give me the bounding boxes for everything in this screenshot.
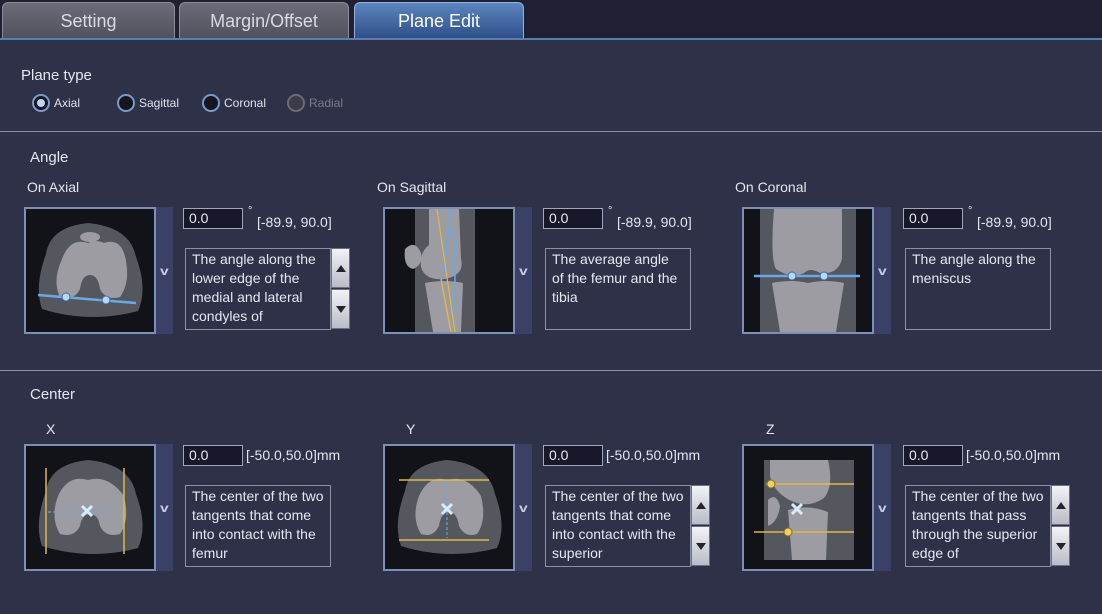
center-z-desc-scroll-down[interactable] (1051, 526, 1070, 566)
angle-coronal-title: On Coronal (735, 179, 807, 195)
center-x-input[interactable]: 0.0 (183, 445, 243, 466)
center-y-desc-scroll-down[interactable] (691, 526, 710, 566)
radio-label-radial: Radial (309, 96, 344, 110)
center-z-desc-scroll-up[interactable] (1051, 485, 1070, 525)
sagittal-angle-degree-unit: ° (608, 205, 613, 217)
plane-type-title: Plane type (21, 67, 92, 84)
angle-title: Angle (30, 149, 69, 166)
center-y-title: Y (406, 421, 416, 437)
coronal-angle-degree-unit: ° (968, 205, 973, 217)
tab-plane-edit[interactable]: Plane Edit (354, 2, 524, 40)
radio-coronal[interactable]: Coronal (202, 94, 266, 112)
coronal-angle-image (742, 207, 874, 334)
radio-label-axial: Axial (54, 96, 81, 110)
radio-dot-coronal[interactable] (202, 94, 220, 112)
center-x-expand-button[interactable]: v (156, 444, 173, 571)
angle-sagittal-title: On Sagittal (377, 179, 447, 195)
coronal-angle-range: [-89.9, 90.0] (977, 214, 1052, 230)
axial-angle-expand-button[interactable]: v (156, 207, 173, 334)
sagittal-angle-range: [-89.9, 90.0] (617, 214, 692, 230)
tab-underline (0, 38, 1102, 40)
center-z-image (742, 444, 874, 571)
angle-axial-title: On Axial (27, 179, 80, 195)
radio-sagittal[interactable]: Sagittal (117, 94, 179, 112)
center-z-expand-button[interactable]: v (874, 444, 891, 571)
sagittal-angle-input[interactable]: 0.0 (543, 208, 603, 229)
axial-angle-range: [-89.9, 90.0] (257, 214, 332, 230)
radio-label-sagittal: Sagittal (139, 96, 180, 110)
radio-radial: Radial (287, 94, 343, 112)
arrow-up-icon (1055, 501, 1066, 509)
center-z-input[interactable]: 0.0 (903, 445, 963, 466)
arrow-up-icon (335, 264, 346, 272)
divider-middle (0, 370, 1102, 371)
center-y-input[interactable]: 0.0 (543, 445, 603, 466)
center-x-range: [-50.0,50.0]mm (246, 447, 341, 463)
radio-axial[interactable]: Axial (32, 94, 80, 112)
center-y-range: [-50.0,50.0]mm (606, 447, 701, 463)
radio-dot-radial (287, 94, 305, 112)
axial-angle-description: The angle along the lower edge of the me… (185, 248, 331, 330)
center-z-title: Z (766, 421, 775, 437)
center-y-description: The center of the two tangents that come… (545, 485, 691, 567)
tab-setting[interactable]: Setting (2, 2, 175, 39)
arrow-down-icon (695, 542, 706, 550)
axial-angle-degree-unit: ° (248, 205, 253, 217)
arrow-up-icon (695, 501, 706, 509)
arrow-down-icon (335, 305, 346, 313)
coronal-angle-description: The angle along the meniscus (905, 248, 1051, 330)
tab-margin-offset[interactable]: Margin/Offset (179, 2, 349, 39)
axial-angle-input[interactable]: 0.0 (183, 208, 243, 229)
sagittal-angle-description: The average angle of the femur and the t… (545, 248, 691, 330)
center-y-image (383, 444, 515, 571)
center-x-image (24, 444, 156, 571)
center-y-expand-button[interactable]: v (515, 444, 532, 571)
divider-top (0, 131, 1102, 132)
center-title: Center (30, 386, 76, 403)
axial-desc-scroll-down[interactable] (331, 289, 350, 329)
axial-desc-scroll-up[interactable] (331, 248, 350, 288)
sagittal-angle-image (383, 207, 515, 334)
center-z-range: [-50.0,50.0]mm (966, 447, 1061, 463)
center-y-desc-scroll-up[interactable] (691, 485, 710, 525)
center-x-description: The center of the two tangents that come… (185, 485, 331, 567)
radio-dot-sagittal[interactable] (117, 94, 135, 112)
center-z-description: The center of the two tangents that pass… (905, 485, 1051, 567)
radio-label-coronal: Coronal (224, 96, 267, 110)
radio-dot-axial[interactable] (32, 94, 50, 112)
sagittal-angle-expand-button[interactable]: v (515, 207, 532, 334)
tab-bar: Setting Margin/Offset Plane Edit (0, 0, 1102, 40)
center-x-title: X (46, 421, 56, 437)
coronal-angle-input[interactable]: 0.0 (903, 208, 963, 229)
coronal-angle-expand-button[interactable]: v (874, 207, 891, 334)
arrow-down-icon (1055, 542, 1066, 550)
axial-angle-image (24, 207, 156, 334)
